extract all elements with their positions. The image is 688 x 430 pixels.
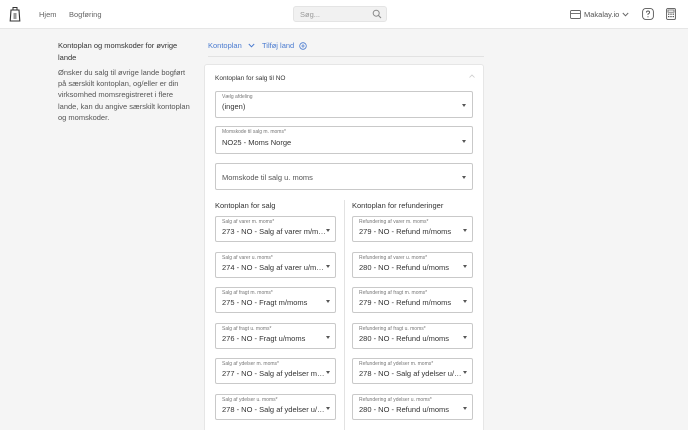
help-icon[interactable] [642,8,654,20]
refund-account-select[interactable]: Refundering af fragt u. moms* 280 - NO -… [352,323,473,349]
caret-down-icon [462,140,466,143]
sales-column-title: Kontoplan for salg [215,201,276,210]
vat-code-without-vat-select[interactable]: Momskode til salg u. moms [215,163,473,190]
caret-down-icon [463,229,467,232]
field-label: Salg af ydelser u. moms* [222,396,278,403]
field-label: Refundering af varer m. moms* [359,218,429,225]
field-label: Refundering af fragt u. moms* [359,325,426,332]
vat-code-with-vat-select[interactable]: Momskode til salg m. moms* NO25 - Moms N… [215,126,473,154]
refund-account-select[interactable]: Refundering af ydelser u. moms* 280 - NO… [352,394,473,420]
caret-down-icon [462,176,466,179]
field-label: Vælg afdeling [222,93,253,100]
field-value: 279 - NO - Refund m/moms [359,298,452,307]
field-value: 280 - NO - Refund u/moms [359,405,450,414]
caret-down-icon [463,407,467,410]
refund-account-select[interactable]: Refundering af varer u. moms* 280 - NO -… [352,252,473,278]
field-value: 280 - NO - Refund u/moms [359,334,450,343]
field-label: Salg af ydelser m. moms* [222,360,279,367]
field-value: 279 - NO - Refund m/moms [359,227,452,236]
sales-account-select[interactable]: Salg af fragt m. moms* 275 - NO - Fragt … [215,287,336,313]
add-circle-icon[interactable] [299,42,307,50]
refund-account-select[interactable]: Refundering af fragt m. moms* 279 - NO -… [352,287,473,313]
caret-down-icon [326,229,330,232]
top-bar: Hjem Bogføring Søg... Makalay.io [0,0,688,29]
section-title: Kontoplan og momskoder for øvrige lande [58,41,178,62]
section-description: Ønsker du salg til øvrige lande bogført … [58,68,190,122]
caret-down-icon [463,371,467,374]
refunds-column-title: Kontoplan for refunderinger [352,201,444,210]
sales-account-select[interactable]: Salg af ydelser u. moms* 278 - NO - Salg… [215,394,336,420]
company-switcher[interactable]: Makalay.io [570,7,629,22]
field-value: 274 - NO - Salg af varer u/moms [222,263,326,272]
refund-account-select[interactable]: Refundering af ydelser m. moms* 278 - NO… [352,358,473,384]
caret-down-icon [326,371,330,374]
field-value: 276 - NO - Fragt u/moms [222,334,306,343]
sales-account-select[interactable]: Salg af ydelser m. moms* 277 - NO - Salg… [215,358,336,384]
caret-down-icon [463,265,467,268]
caret-down-icon [462,104,466,107]
field-label: Refundering af fragt m. moms* [359,289,428,296]
department-select[interactable]: Vælg afdeling (ingen) [215,91,473,118]
tab-kontoplan[interactable]: Kontoplan [208,41,242,50]
card-title: Kontoplan for salg til NO [215,75,286,82]
field-label: Salg af varer m. moms* [222,218,275,225]
search-input[interactable]: Søg... [293,6,387,22]
nav-home[interactable]: Hjem [39,10,57,19]
field-value: (ingen) [222,102,246,111]
field-label: Refundering af varer u. moms* [359,254,428,261]
caret-down-icon [326,300,330,303]
sales-account-select[interactable]: Salg af varer m. moms* 273 - NO - Salg a… [215,216,336,242]
field-value: 275 - NO - Fragt m/moms [222,298,308,307]
caret-down-icon [326,336,330,339]
field-value: 277 - NO - Salg af ydelser m/moms [222,369,326,378]
column-divider [344,200,345,430]
calculator-icon[interactable] [666,8,676,20]
search-placeholder: Søg... [300,10,321,19]
chevron-down-icon[interactable] [248,43,255,48]
field-value: NO25 - Moms Norge [222,138,292,147]
chevron-down-icon [622,12,629,17]
nav-bookkeeping[interactable]: Bogføring [69,10,102,19]
field-value: 280 - NO - Refund u/moms [359,263,450,272]
field-value: 278 - NO - Salg af ydelser u/moms [359,369,463,378]
field-label: Refundering af ydelser m. moms* [359,360,434,367]
refund-account-select[interactable]: Refundering af varer m. moms* 279 - NO -… [352,216,473,242]
tab-add-country[interactable]: Tilføj land [262,41,294,50]
logo-icon[interactable] [9,6,21,22]
field-value: 278 - NO - Salg af ydelser u/moms [222,405,326,414]
search-icon[interactable] [372,9,382,19]
field-label: Momskode til salg m. moms* [222,128,286,135]
caret-down-icon [463,336,467,339]
caret-down-icon [463,300,467,303]
field-placeholder: Momskode til salg u. moms [222,173,313,182]
company-icon [570,10,581,19]
sales-account-select[interactable]: Salg af fragt u. moms* 276 - NO - Fragt … [215,323,336,349]
field-label: Refundering af ydelser u. moms* [359,396,432,403]
company-name: Makalay.io [584,10,620,19]
field-value: 273 - NO - Salg af varer m/moms [222,227,326,236]
caret-down-icon [326,407,330,410]
field-label: Salg af fragt m. moms* [222,289,273,296]
sales-account-select[interactable]: Salg af varer u. moms* 274 - NO - Salg a… [215,252,336,278]
chevron-up-icon[interactable] [469,74,475,78]
caret-down-icon [326,265,330,268]
field-label: Salg af fragt u. moms* [222,325,272,332]
field-label: Salg af varer u. moms* [222,254,273,261]
